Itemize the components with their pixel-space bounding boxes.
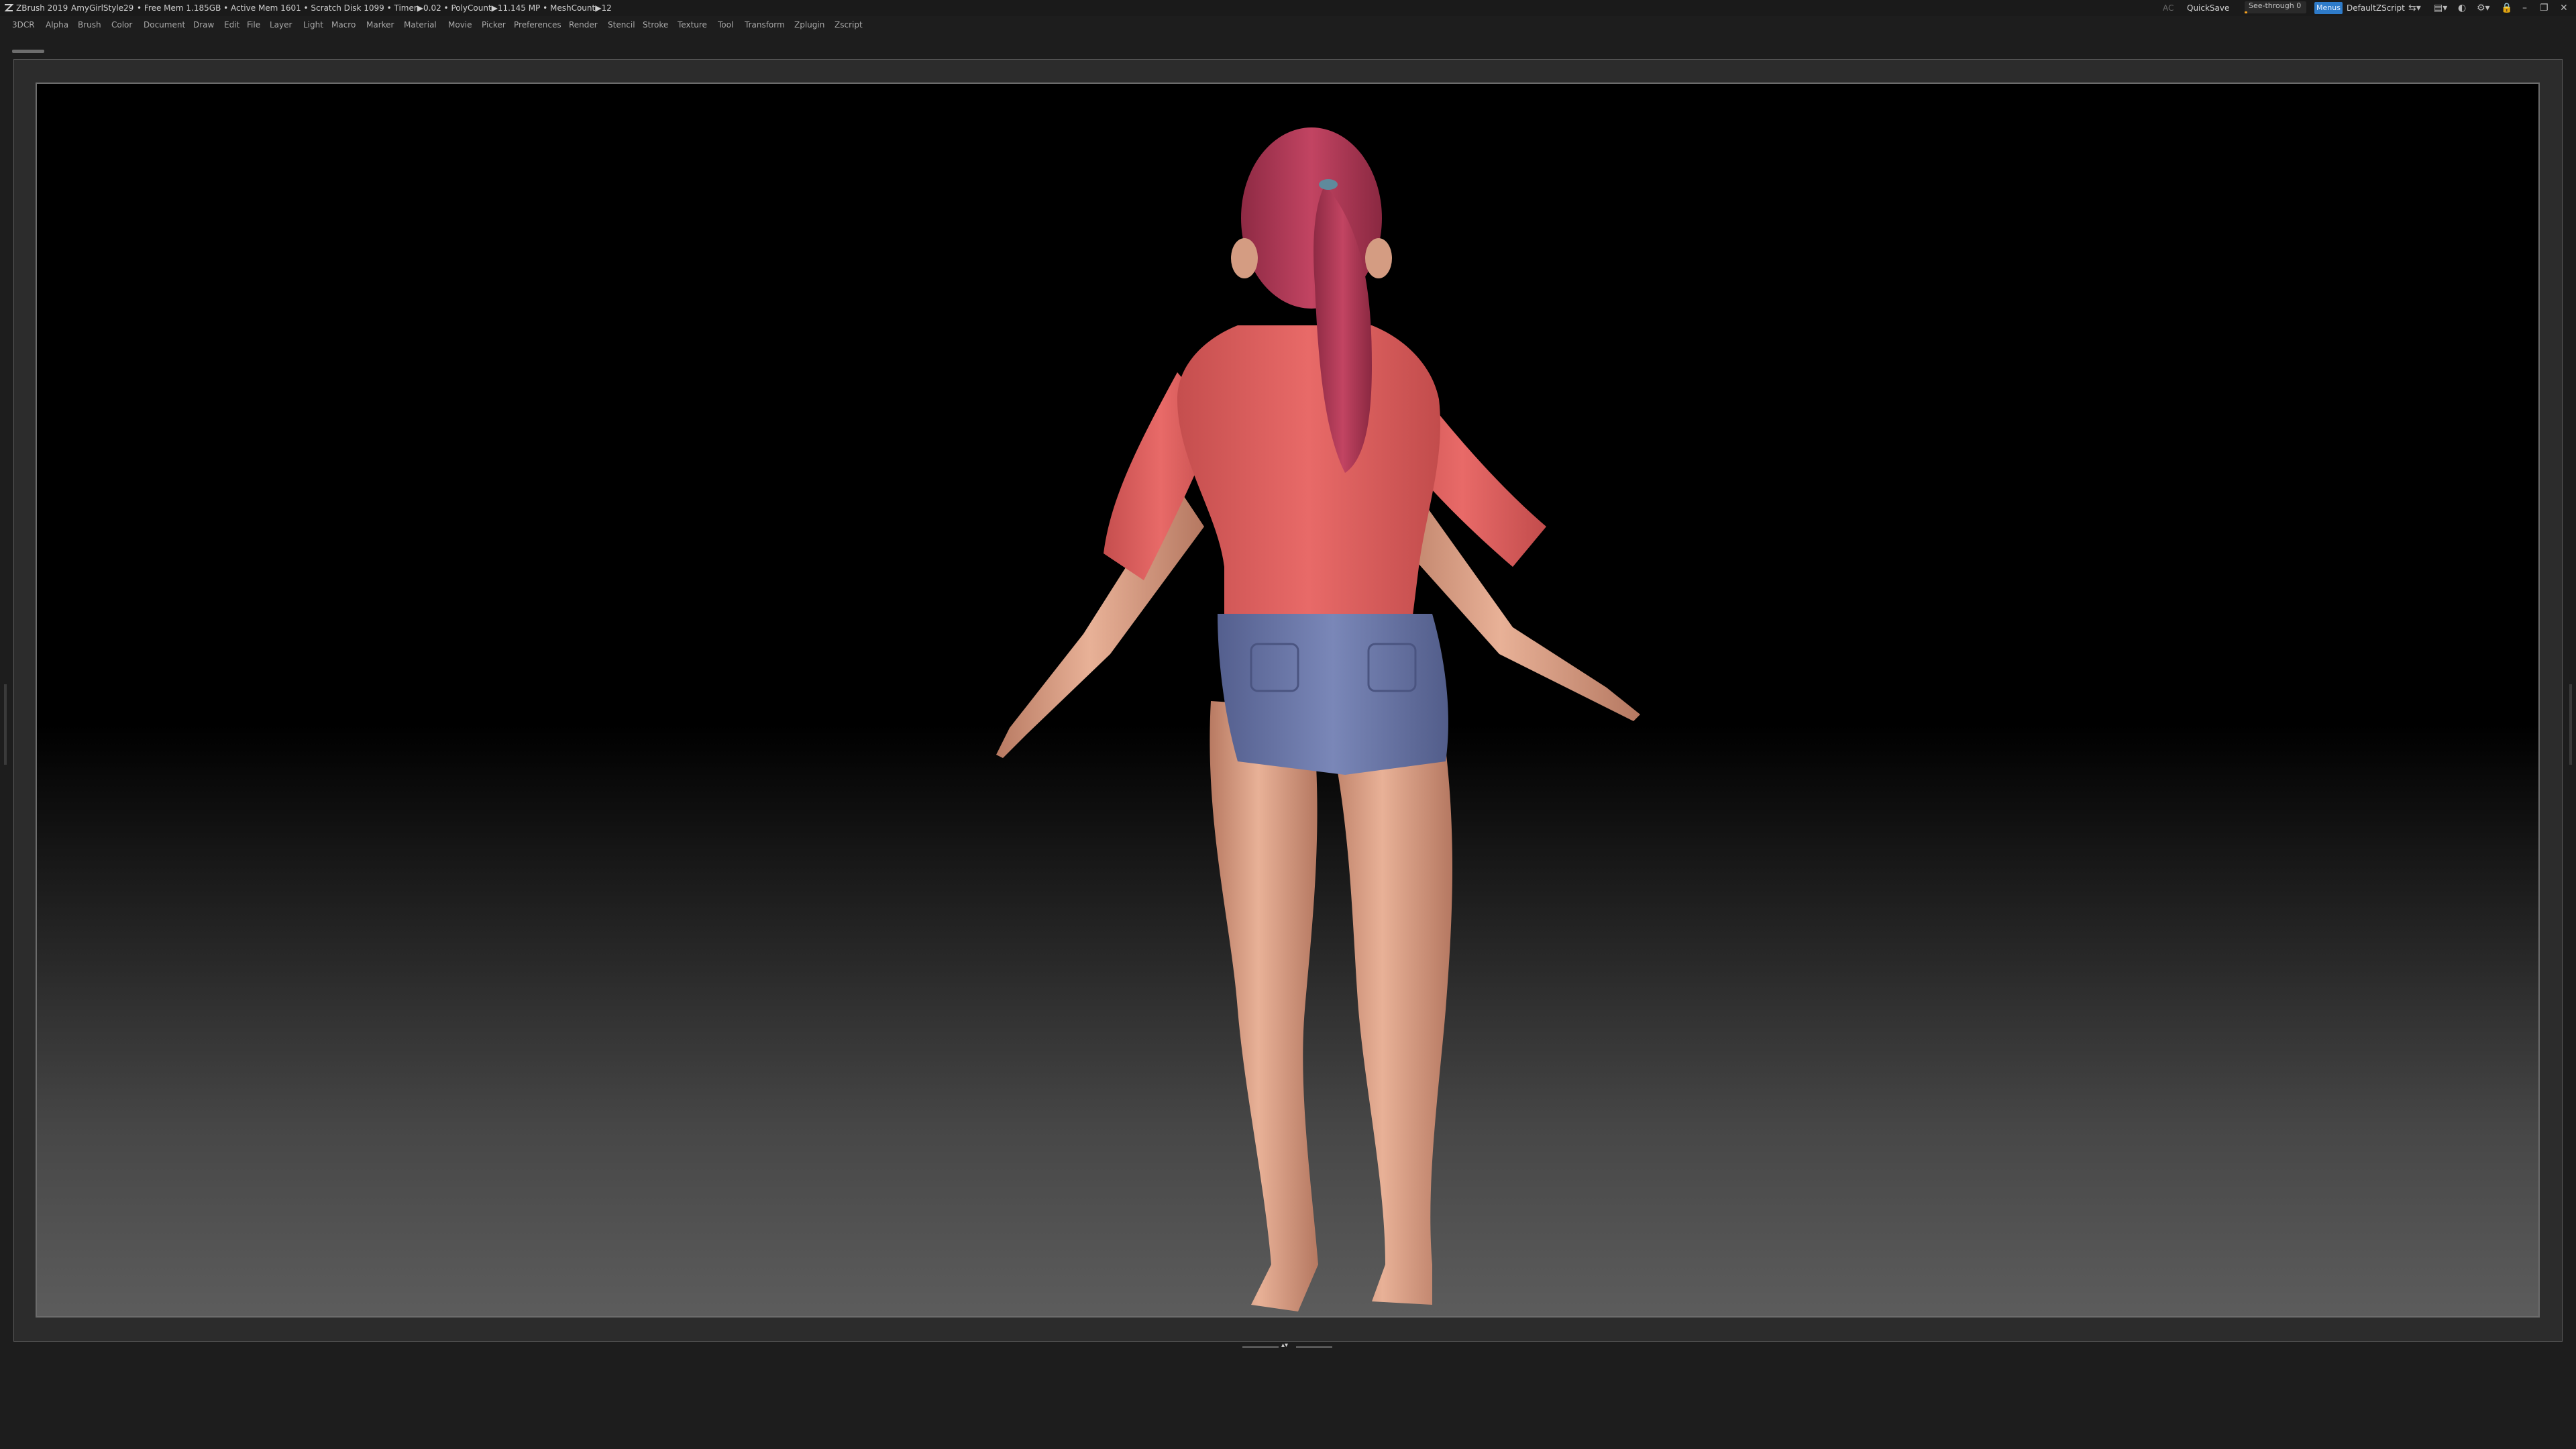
zbrush-logo-icon (4, 4, 14, 11)
ac-label[interactable]: AC (2163, 0, 2174, 16)
app-name: ZBrush 2019 (16, 3, 68, 13)
character-model (996, 127, 1640, 1311)
maximize-icon[interactable]: ❐ (2540, 0, 2548, 16)
menu-picker[interactable]: Picker (482, 16, 506, 34)
menu-layer[interactable]: Layer (270, 16, 292, 34)
layout-toggle-icon[interactable]: ⇆▾ (2408, 0, 2421, 16)
memory-status: • Free Mem 1.185GB • Active Mem 1601 • S… (137, 3, 612, 13)
menu-color[interactable]: Color (111, 16, 132, 34)
close-icon[interactable]: ✕ (2560, 0, 2568, 16)
bottom-shelf-handle[interactable]: ▴▾ (1242, 1342, 1334, 1350)
lock-icon[interactable]: 🔒 (2501, 0, 2512, 16)
menu-3dcr[interactable]: 3DCR (12, 16, 35, 34)
menu-material[interactable]: Material (404, 16, 437, 34)
menu-render[interactable]: Render (569, 16, 598, 34)
default-zscript-label[interactable]: DefaultZScript (2347, 0, 2405, 16)
see-through-label: See-through (2249, 1, 2294, 10)
left-tray-handle[interactable] (4, 684, 7, 765)
menu-transform[interactable]: Transform (745, 16, 785, 34)
menu-zplugin[interactable]: Zplugin (794, 16, 824, 34)
menu-alpha[interactable]: Alpha (46, 16, 68, 34)
menu-marker[interactable]: Marker (366, 16, 394, 34)
menu-edit[interactable]: Edit (224, 16, 239, 34)
minimize-icon[interactable]: – (2522, 0, 2527, 16)
menu-preferences[interactable]: Preferences (514, 16, 561, 34)
shirt (1177, 325, 1441, 621)
shorts (1218, 614, 1448, 775)
document-name: AmyGirlStyle29 (71, 3, 134, 13)
right-tray-handle[interactable] (2569, 684, 2572, 765)
menu-texture[interactable]: Texture (678, 16, 707, 34)
palette-toggle-icon[interactable]: ▤▾ (2434, 0, 2447, 16)
menus-toggle[interactable]: Menus (2314, 2, 2343, 14)
expand-arrows-icon: ▴▾ (1281, 1342, 1289, 1349)
menu-zscript[interactable]: Zscript (835, 16, 863, 34)
menu-file[interactable]: File (247, 16, 260, 34)
see-through-slider[interactable]: See-through 0 (2245, 1, 2306, 13)
quicksave-button[interactable]: QuickSave (2187, 0, 2229, 16)
menu-light[interactable]: Light (303, 16, 323, 34)
title-bar: ZBrush 2019 AmyGirlStyle29 • Free Mem 1.… (0, 0, 2576, 16)
settings-gear-icon[interactable]: ⚙▾ (2477, 0, 2490, 16)
menu-draw[interactable]: Draw (193, 16, 214, 34)
menu-stencil[interactable]: Stencil (608, 16, 635, 34)
menu-document[interactable]: Document (144, 16, 185, 34)
ui-color-icon[interactable]: ◐ (2458, 0, 2466, 16)
see-through-fill (2245, 11, 2247, 13)
document-tab-handle[interactable] (12, 50, 44, 53)
menu-tool[interactable]: Tool (718, 16, 733, 34)
menu-stroke[interactable]: Stroke (643, 16, 668, 34)
menu-macro[interactable]: Macro (331, 16, 356, 34)
menu-movie[interactable]: Movie (448, 16, 472, 34)
menu-brush[interactable]: Brush (78, 16, 101, 34)
left-leg (1210, 701, 1318, 1311)
menu-bar: 3DCR Alpha Brush Color Document Draw Edit File L… (0, 16, 2576, 34)
right-leg (1325, 701, 1452, 1305)
see-through-value: 0 (2296, 1, 2302, 10)
3d-viewport[interactable] (36, 83, 2540, 1318)
